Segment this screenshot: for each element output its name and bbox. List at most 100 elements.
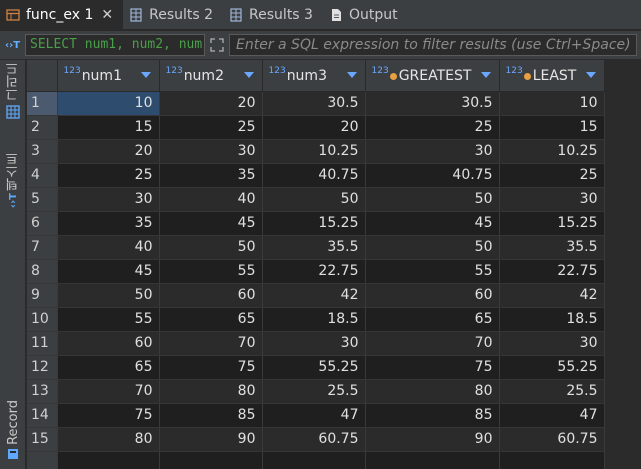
table-row[interactable]: 11 60 70 30 70 30 xyxy=(27,331,605,356)
row-number[interactable]: 8 xyxy=(27,259,58,284)
table-cell[interactable]: 35 xyxy=(57,211,160,236)
table-cell[interactable]: 80 xyxy=(159,379,263,404)
table-cell[interactable]: 60.75 xyxy=(262,427,366,452)
table-cell[interactable]: 35.5 xyxy=(262,235,366,260)
table-cell[interactable]: 10 xyxy=(57,91,160,116)
table-cell[interactable]: 42 xyxy=(262,283,366,308)
table-cell[interactable]: 30 xyxy=(262,331,366,356)
table-cell[interactable]: 60 xyxy=(57,331,160,356)
table-cell[interactable]: 90 xyxy=(365,427,500,452)
table-cell[interactable]: 15 xyxy=(499,115,605,140)
table-cell[interactable]: 25.5 xyxy=(499,379,605,404)
table-row[interactable]: 14 75 85 47 85 47 xyxy=(27,403,605,428)
table-cell[interactable]: 40 xyxy=(57,235,160,260)
column-header-greatest[interactable]: 123 GREATEST xyxy=(365,60,500,92)
table-cell[interactable]: 70 xyxy=(159,331,263,356)
table-cell[interactable]: 47 xyxy=(262,403,366,428)
table-cell[interactable]: 65 xyxy=(365,307,500,332)
row-number[interactable]: 14 xyxy=(27,403,58,428)
table-cell[interactable]: 30 xyxy=(499,187,605,212)
table-row[interactable]: 1 10 20 30.5 30.5 10 xyxy=(27,91,605,116)
table-cell[interactable]: 75 xyxy=(159,355,263,380)
text-view-button[interactable]: 텍스트 ‹›T xyxy=(2,152,24,208)
expand-icon[interactable] xyxy=(205,34,229,56)
table-row[interactable]: 8 45 55 22.75 55 22.75 xyxy=(27,259,605,284)
table-cell[interactable]: 20 xyxy=(159,91,263,116)
table-cell[interactable]: 22.75 xyxy=(499,259,605,284)
sql-preview[interactable]: SELECT num1, num2, num xyxy=(25,34,205,56)
table-cell[interactable]: 25 xyxy=(159,115,263,140)
table-cell[interactable]: 25 xyxy=(499,163,605,188)
table-cell[interactable]: 85 xyxy=(365,403,500,428)
column-header-num2[interactable]: 123num2 xyxy=(159,60,263,92)
table-cell[interactable]: 60 xyxy=(365,283,500,308)
table-row[interactable]: 6 35 45 15.25 45 15.25 xyxy=(27,211,605,236)
table-cell[interactable]: 35 xyxy=(159,163,263,188)
grid-view-button[interactable]: 그리드 xyxy=(2,62,24,122)
table-row[interactable]: 10 55 65 18.5 65 18.5 xyxy=(27,307,605,332)
table-row[interactable]: 9 50 60 42 60 42 xyxy=(27,283,605,308)
table-cell[interactable]: 40 xyxy=(159,187,263,212)
table-cell[interactable]: 45 xyxy=(57,259,160,284)
table-cell[interactable]: 50 xyxy=(365,235,500,260)
row-number[interactable]: 3 xyxy=(27,139,58,164)
table-row[interactable]: 15 80 90 60.75 90 60.75 xyxy=(27,427,605,452)
table-cell[interactable]: 80 xyxy=(57,427,160,452)
table-cell[interactable]: 40.75 xyxy=(262,163,366,188)
table-cell[interactable]: 70 xyxy=(57,379,160,404)
table-cell[interactable]: 15 xyxy=(57,115,160,140)
table-cell[interactable]: 40.75 xyxy=(365,163,500,188)
record-view-button[interactable]: Record xyxy=(2,400,24,464)
table-cell[interactable]: 15.25 xyxy=(262,211,366,236)
row-number[interactable]: 7 xyxy=(27,235,58,260)
column-header-num3[interactable]: 123num3 xyxy=(262,60,366,92)
table-cell[interactable]: 10.25 xyxy=(262,139,366,164)
sort-arrow-icon[interactable] xyxy=(243,72,254,78)
table-row[interactable]: 2 15 25 20 25 15 xyxy=(27,115,605,140)
tab-results-2[interactable]: Results 2 xyxy=(123,0,223,30)
row-number[interactable]: 5 xyxy=(27,187,58,212)
table-cell[interactable]: 60 xyxy=(159,283,263,308)
table-cell[interactable]: 25.5 xyxy=(262,379,366,404)
sort-arrow-icon[interactable] xyxy=(585,72,596,78)
row-number[interactable]: 15 xyxy=(27,427,58,452)
table-row[interactable]: 3 20 30 10.25 30 10.25 xyxy=(27,139,605,164)
row-number[interactable]: 10 xyxy=(27,307,58,332)
filter-input[interactable]: Enter a SQL expression to filter results… xyxy=(229,34,637,56)
table-cell[interactable]: 20 xyxy=(262,115,366,140)
table-cell[interactable]: 47 xyxy=(499,403,605,428)
table-cell[interactable]: 55 xyxy=(57,307,160,332)
table-row[interactable]: 5 30 40 50 50 30 xyxy=(27,187,605,212)
table-cell[interactable]: 30.5 xyxy=(262,91,366,116)
sort-arrow-icon[interactable] xyxy=(480,72,491,78)
row-number[interactable]: 9 xyxy=(27,283,58,308)
table-row[interactable]: 12 65 75 55.25 75 55.25 xyxy=(27,355,605,380)
row-number[interactable]: 4 xyxy=(27,163,58,188)
table-cell[interactable]: 42 xyxy=(499,283,605,308)
row-number[interactable]: 12 xyxy=(27,355,58,380)
table-cell[interactable]: 30 xyxy=(159,139,263,164)
table-cell[interactable]: 30 xyxy=(499,331,605,356)
table-cell[interactable]: 85 xyxy=(159,403,263,428)
table-cell[interactable]: 50 xyxy=(159,235,263,260)
table-cell[interactable]: 18.5 xyxy=(499,307,605,332)
table-cell[interactable]: 55.25 xyxy=(499,355,605,380)
table-cell[interactable]: 20 xyxy=(57,139,160,164)
table-cell[interactable]: 22.75 xyxy=(262,259,366,284)
table-cell[interactable]: 10.25 xyxy=(499,139,605,164)
table-cell[interactable]: 65 xyxy=(57,355,160,380)
table-cell[interactable]: 30.5 xyxy=(365,91,500,116)
table-cell[interactable]: 75 xyxy=(57,403,160,428)
table-cell[interactable]: 35.5 xyxy=(499,235,605,260)
column-header-num1[interactable]: 123num1 xyxy=(57,60,160,92)
row-number[interactable]: 1 xyxy=(27,91,58,116)
table-cell[interactable]: 75 xyxy=(365,355,500,380)
row-number[interactable]: 6 xyxy=(27,211,58,236)
table-cell[interactable]: 50 xyxy=(57,283,160,308)
row-number[interactable]: 2 xyxy=(27,115,58,140)
table-cell[interactable]: 65 xyxy=(159,307,263,332)
corner-cell[interactable] xyxy=(27,60,58,92)
table-cell[interactable]: 45 xyxy=(159,211,263,236)
table-cell[interactable]: 90 xyxy=(159,427,263,452)
sort-arrow-icon[interactable] xyxy=(346,72,357,78)
